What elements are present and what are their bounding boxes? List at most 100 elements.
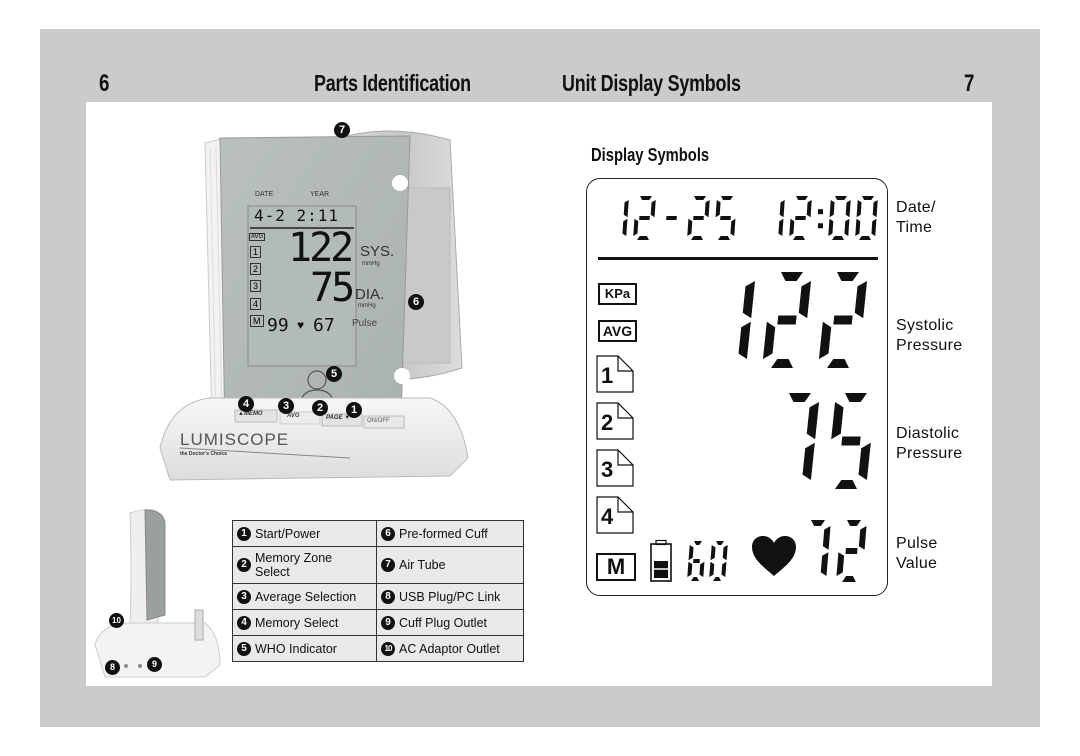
lcd-date-digit <box>666 216 677 220</box>
segment-f <box>710 545 716 561</box>
memory-page-4-label: 4 <box>601 504 614 529</box>
lcd-date-digit <box>633 196 656 240</box>
lcd-pulse-digit <box>836 520 867 582</box>
segment-g <box>845 548 858 554</box>
segment-d <box>827 359 849 368</box>
label-line: Date/ <box>896 199 936 216</box>
segment-b <box>806 200 812 218</box>
segment-d <box>832 236 844 240</box>
segment-g <box>833 315 853 325</box>
segment-a <box>640 196 652 200</box>
segment-b <box>704 200 710 218</box>
lcd-date-digit <box>715 196 736 240</box>
pulse-value-label: Pulse Value <box>896 534 938 574</box>
diastolic-label: Diastolic Pressure <box>896 424 962 464</box>
lcd-pulse-digit <box>811 520 831 576</box>
segment-c <box>802 442 815 480</box>
lcd-time-colon-dot <box>818 209 823 215</box>
segment-f <box>715 200 721 218</box>
segment-b <box>845 200 851 218</box>
segment-g <box>639 216 650 220</box>
lcd-date-digit <box>622 200 629 236</box>
segment-c <box>871 218 877 236</box>
lcd-time-digit <box>778 200 785 236</box>
segment-b <box>822 526 831 550</box>
lcd-memory-count-digit <box>709 541 728 581</box>
lcd-diastolic-digit <box>789 393 820 480</box>
label-line: Systolic <box>896 317 954 334</box>
heart-icon <box>752 536 796 576</box>
segment-g <box>693 216 704 220</box>
segment-g <box>795 216 806 220</box>
segment-g <box>777 315 797 325</box>
battery-icon <box>650 539 672 582</box>
segment-b <box>623 200 629 218</box>
segment-d <box>691 236 703 240</box>
segment-a <box>781 272 803 281</box>
segment-e <box>855 218 861 236</box>
segment-a <box>789 393 811 402</box>
segment-e <box>687 561 693 577</box>
segment-b <box>806 402 820 440</box>
segment-b <box>779 200 785 218</box>
segment-b <box>854 281 868 319</box>
segment-b <box>872 200 878 218</box>
label-line: Pressure <box>896 337 963 354</box>
segment-c <box>730 218 736 236</box>
segment-d <box>859 236 871 240</box>
lcd-memory-count-digit <box>687 541 705 581</box>
segment-d <box>771 359 793 368</box>
date-time-label: Date/ Time <box>896 198 936 238</box>
lcd-systolic-digit <box>762 272 812 368</box>
lcd-time-digit <box>828 196 851 240</box>
segment-d <box>842 576 856 582</box>
lcd-time-digit <box>855 196 878 240</box>
segment-g <box>666 216 677 220</box>
label-line: Diastolic <box>896 425 960 442</box>
segment-e <box>828 218 834 236</box>
lcd-date-digit <box>687 196 710 240</box>
segment-c <box>699 561 705 577</box>
segment-e <box>818 321 832 359</box>
segment-e <box>687 218 693 236</box>
kpa-symbol: KPa <box>598 283 637 305</box>
segment-f <box>688 545 694 561</box>
segment-b <box>858 526 867 550</box>
segment-a <box>862 196 874 200</box>
label-line: Value <box>896 555 938 572</box>
memory-page-3-label: 3 <box>601 457 614 482</box>
segment-e <box>789 218 795 236</box>
seven-segment-layer <box>622 196 878 582</box>
lcd-time-digit <box>789 196 812 240</box>
segment-d <box>835 480 857 489</box>
segment-b <box>722 545 728 561</box>
label-line: Pulse <box>896 535 938 552</box>
segment-b <box>742 281 756 319</box>
lcd-diastolic-digit <box>831 393 871 489</box>
label-line: Time <box>896 219 933 236</box>
segment-e <box>709 561 715 577</box>
segment-d <box>793 236 805 240</box>
lcd-systolic-digit <box>818 272 868 368</box>
avg-symbol: AVG <box>598 320 637 342</box>
memory-page-2-label: 2 <box>601 410 614 435</box>
segment-g <box>841 436 861 446</box>
lcd-time-colon-dot <box>818 223 823 229</box>
segment-e <box>836 552 845 576</box>
segment-a <box>694 541 702 545</box>
segment-a <box>835 196 847 200</box>
segment-a <box>796 196 808 200</box>
segment-c <box>738 321 751 359</box>
segment-c <box>844 218 850 236</box>
segment-a <box>716 541 724 545</box>
segment-d <box>713 577 721 581</box>
segment-f <box>856 200 862 218</box>
segment-c <box>622 218 628 236</box>
memory-page-1-label: 1 <box>601 363 614 388</box>
segment-g <box>693 559 700 563</box>
systolic-label: Systolic Pressure <box>896 316 962 356</box>
segment-a <box>811 520 825 526</box>
segment-d <box>691 577 699 581</box>
segment-e <box>633 218 639 236</box>
segment-d <box>637 236 649 240</box>
